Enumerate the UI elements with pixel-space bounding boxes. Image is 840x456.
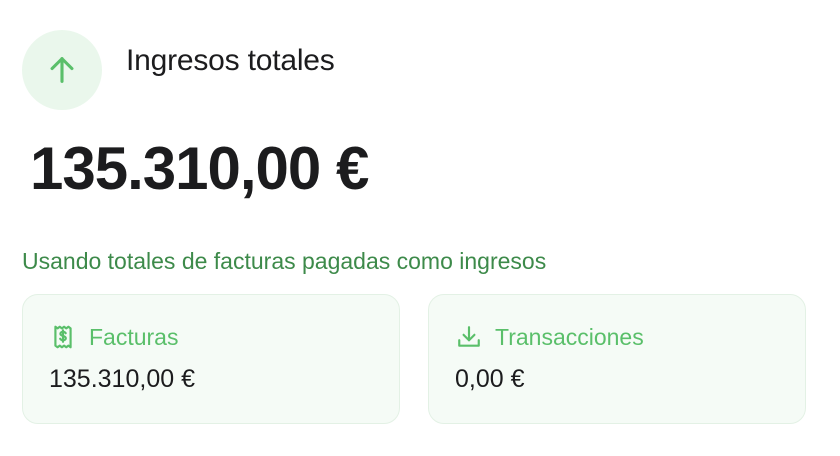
transactions-card-header: Transacciones — [455, 323, 644, 351]
income-source-note: Usando totales de facturas pagadas como … — [22, 248, 547, 274]
invoices-card-header: Facturas — [49, 323, 178, 351]
total-income-value: 135.310,00 € — [30, 135, 369, 202]
arrow-up-icon — [22, 30, 102, 110]
download-icon — [455, 323, 483, 351]
invoice-dollar-icon — [49, 323, 77, 351]
invoices-card[interactable]: Facturas 135.310,00 € — [22, 294, 400, 424]
page-title: Ingresos totales — [126, 44, 335, 77]
transactions-card[interactable]: Transacciones 0,00 € — [428, 294, 806, 424]
income-header — [22, 30, 102, 110]
transactions-card-value: 0,00 € — [455, 365, 525, 393]
invoices-card-value: 135.310,00 € — [49, 365, 195, 393]
invoices-card-label: Facturas — [89, 323, 179, 350]
transactions-card-label: Transacciones — [495, 323, 644, 350]
